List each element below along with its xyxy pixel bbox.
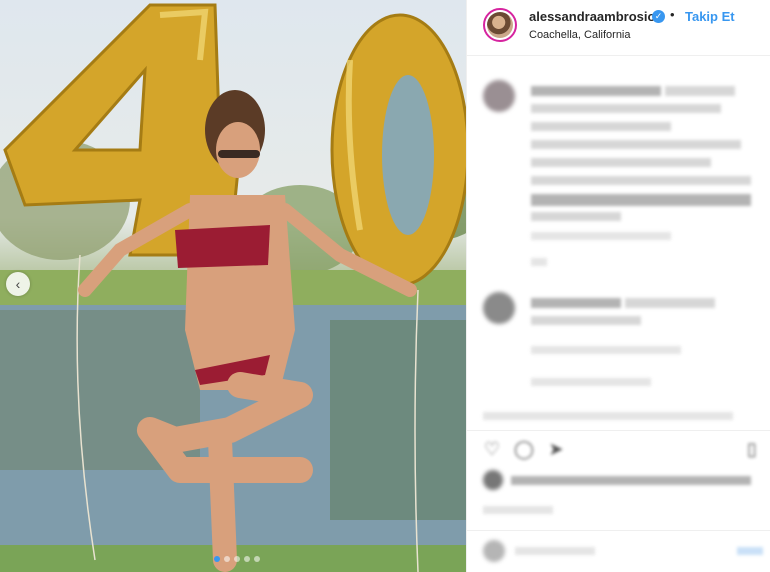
- blurred-timestamp: [483, 506, 553, 514]
- separator-dot: •: [670, 7, 675, 22]
- instagram-post: ‹ alessandraambrosio ✓ • Takip Et Coache…: [0, 0, 770, 572]
- blurred-text: [531, 176, 751, 185]
- carousel-prev-button[interactable]: ‹: [6, 272, 30, 296]
- comment-icon[interactable]: ◯: [513, 438, 535, 460]
- blurred-meta: [483, 412, 733, 420]
- location-link[interactable]: Coachella, California: [529, 29, 631, 41]
- blurred-avatar: [483, 292, 515, 324]
- follow-button[interactable]: Takip Et: [685, 9, 735, 24]
- avatar-image: [487, 12, 513, 38]
- avatar[interactable]: [483, 8, 517, 42]
- emoji-icon[interactable]: [483, 540, 505, 562]
- carousel-dots: [214, 556, 260, 562]
- blurred-text: [665, 86, 735, 96]
- bookmark-icon[interactable]: ▯: [741, 438, 763, 460]
- blurred-timestamp: [531, 258, 547, 266]
- blurred-text: [531, 316, 641, 325]
- blurred-hashtags: [531, 232, 671, 240]
- balloon-zero: [330, 13, 466, 287]
- blurred-text: [531, 298, 621, 308]
- blurred-text: [531, 122, 671, 131]
- photo-illustration: [0, 3, 466, 572]
- carousel-dot[interactable]: [214, 556, 220, 562]
- blurred-meta: [531, 378, 651, 386]
- blurred-text: [531, 212, 621, 221]
- reflection: [330, 320, 466, 520]
- blurred-emoji-row: [531, 194, 751, 206]
- blurred-text: [531, 158, 711, 167]
- comment-input[interactable]: [515, 547, 595, 555]
- blurred-avatar: [483, 470, 503, 490]
- divider: [467, 430, 770, 431]
- carousel-dot[interactable]: [254, 556, 260, 562]
- post-side-panel: alessandraambrosio ✓ • Takip Et Coachell…: [466, 0, 770, 572]
- chevron-left-icon: ‹: [15, 276, 21, 292]
- blurred-likes: [511, 476, 751, 485]
- post-comment-button[interactable]: [737, 547, 763, 555]
- blurred-text: [531, 86, 661, 96]
- carousel-dot[interactable]: [224, 556, 230, 562]
- username-link[interactable]: alessandraambrosio: [529, 9, 655, 24]
- carousel-dot[interactable]: [234, 556, 240, 562]
- post-header: alessandraambrosio ✓ • Takip Et Coachell…: [467, 0, 770, 56]
- heart-icon[interactable]: ♡: [481, 438, 503, 460]
- blurred-text: [531, 140, 741, 149]
- blurred-text: [531, 104, 721, 113]
- divider: [467, 530, 770, 531]
- post-photo[interactable]: ‹: [0, 0, 466, 572]
- blurred-meta: [531, 346, 681, 354]
- blurred-text: [625, 298, 715, 308]
- blurred-avatar: [483, 80, 515, 112]
- carousel-dot[interactable]: [244, 556, 250, 562]
- verified-badge-icon: ✓: [652, 10, 665, 23]
- share-icon[interactable]: ➤: [545, 438, 567, 460]
